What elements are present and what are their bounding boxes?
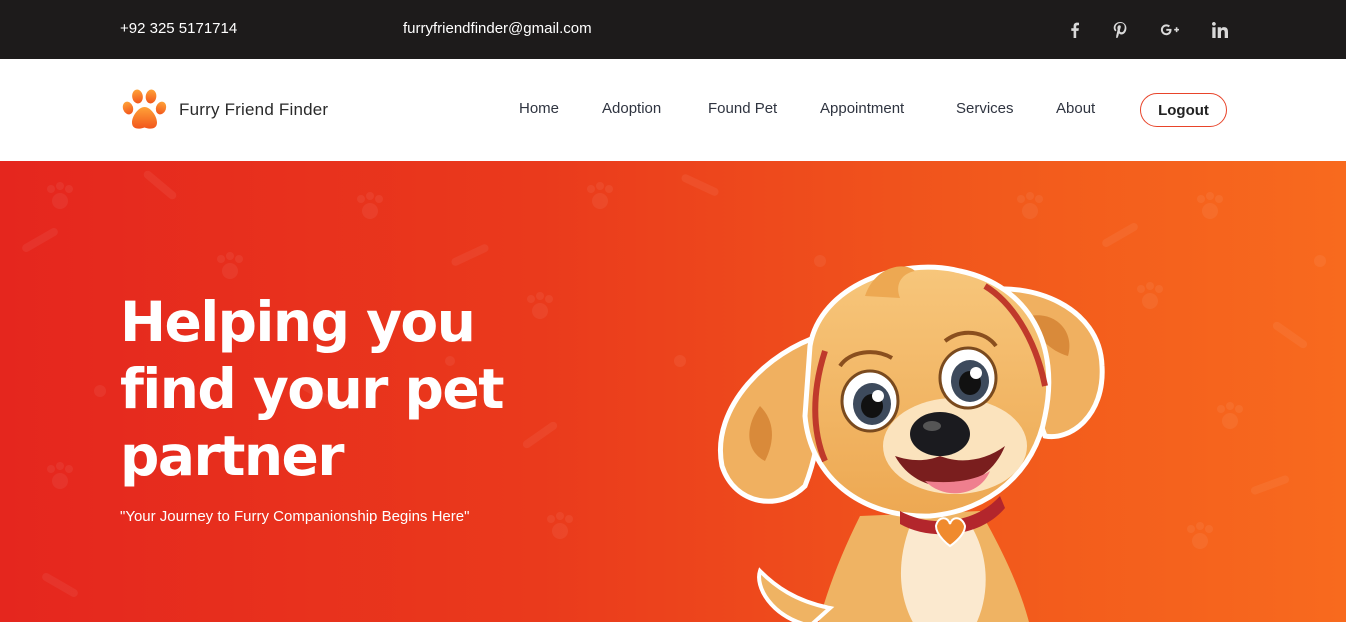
google-plus-icon[interactable] (1157, 19, 1183, 41)
nav-adoption[interactable]: Adoption (602, 100, 661, 117)
hero-title-line: find your pet (120, 357, 504, 421)
nav-about[interactable]: About (1056, 100, 1095, 117)
top-contact-bar: +92 325 5171714 furryfriendfinder@gmail.… (0, 0, 1346, 59)
nav-services[interactable]: Services (956, 100, 1014, 117)
hero-section: Helping you find your pet partner "Your … (0, 161, 1346, 622)
brand-name: Furry Friend Finder (179, 100, 329, 119)
email-address[interactable]: furryfriendfinder@gmail.com (403, 20, 592, 37)
logout-button[interactable]: Logout (1140, 93, 1227, 127)
nav-appointment[interactable]: Appointment (820, 100, 904, 117)
paw-logo-icon (122, 89, 167, 129)
phone-number[interactable]: +92 325 5171714 (120, 20, 237, 37)
main-navbar: Furry Friend Finder Home Adoption Found … (0, 59, 1346, 161)
facebook-icon[interactable] (1063, 19, 1087, 41)
hero-title-line: Helping you (120, 290, 476, 354)
pinterest-icon[interactable] (1108, 19, 1132, 41)
site-logo[interactable]: Furry Friend Finder (120, 87, 328, 133)
nav-found-pet[interactable]: Found Pet (708, 100, 777, 117)
nav-home[interactable]: Home (519, 100, 559, 117)
hero-subtitle: "Your Journey to Furry Companionship Beg… (120, 508, 470, 525)
hero-title-line: partner (120, 424, 344, 488)
linkedin-icon[interactable] (1208, 19, 1232, 41)
hero-title: Helping you find your pet partner (120, 289, 540, 490)
puppy-illustration (718, 264, 1105, 622)
